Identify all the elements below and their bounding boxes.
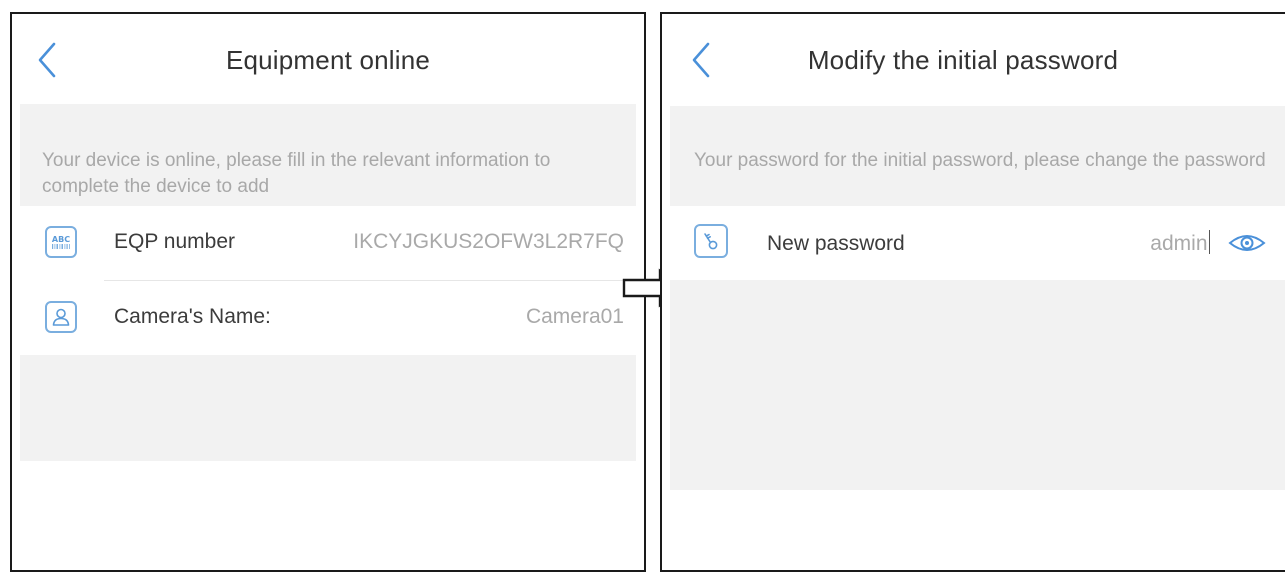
equipment-online-screen: Equipment online Your device is online, …: [10, 12, 646, 572]
text-cursor: [1208, 230, 1210, 254]
empty-band: [20, 355, 636, 461]
svg-text:ABC: ABC: [52, 235, 70, 244]
instruction-text: Your password for the initial password, …: [694, 150, 1266, 171]
eqp-number-row[interactable]: ABC EQP number IKCYJGKUS2OFW3L2R7FQ: [20, 206, 636, 280]
new-password-input[interactable]: admin: [1150, 230, 1210, 256]
show-password-toggle[interactable]: [1226, 230, 1268, 256]
eqp-number-value: IKCYJGKUS2OFW3L2R7FQ: [353, 230, 624, 253]
modify-password-screen: Modify the initial password Your passwor…: [660, 12, 1285, 572]
abc-barcode-icon: ABC: [45, 226, 77, 258]
key-icon: [694, 224, 728, 258]
camera-name-input[interactable]: Camera01: [526, 305, 624, 329]
page-title: Equipment online: [225, 45, 431, 75]
empty-band: [670, 280, 1285, 490]
header: Modify the initial password: [662, 14, 1285, 104]
header: Equipment online: [12, 14, 644, 104]
new-password-row[interactable]: New password admin: [670, 206, 1285, 280]
eye-icon: [1228, 235, 1266, 251]
eqp-number-label: EQP number: [114, 230, 236, 253]
new-password-label: New password: [767, 232, 905, 255]
user-icon: [45, 301, 77, 333]
camera-name-row[interactable]: Camera's Name: Camera01: [20, 281, 636, 355]
page-title: Modify the initial password: [807, 45, 1119, 75]
camera-name-label: Camera's Name:: [114, 305, 271, 328]
new-password-value: admin: [1150, 232, 1208, 255]
instruction-text: Your device is online, please fill in th…: [42, 150, 551, 197]
